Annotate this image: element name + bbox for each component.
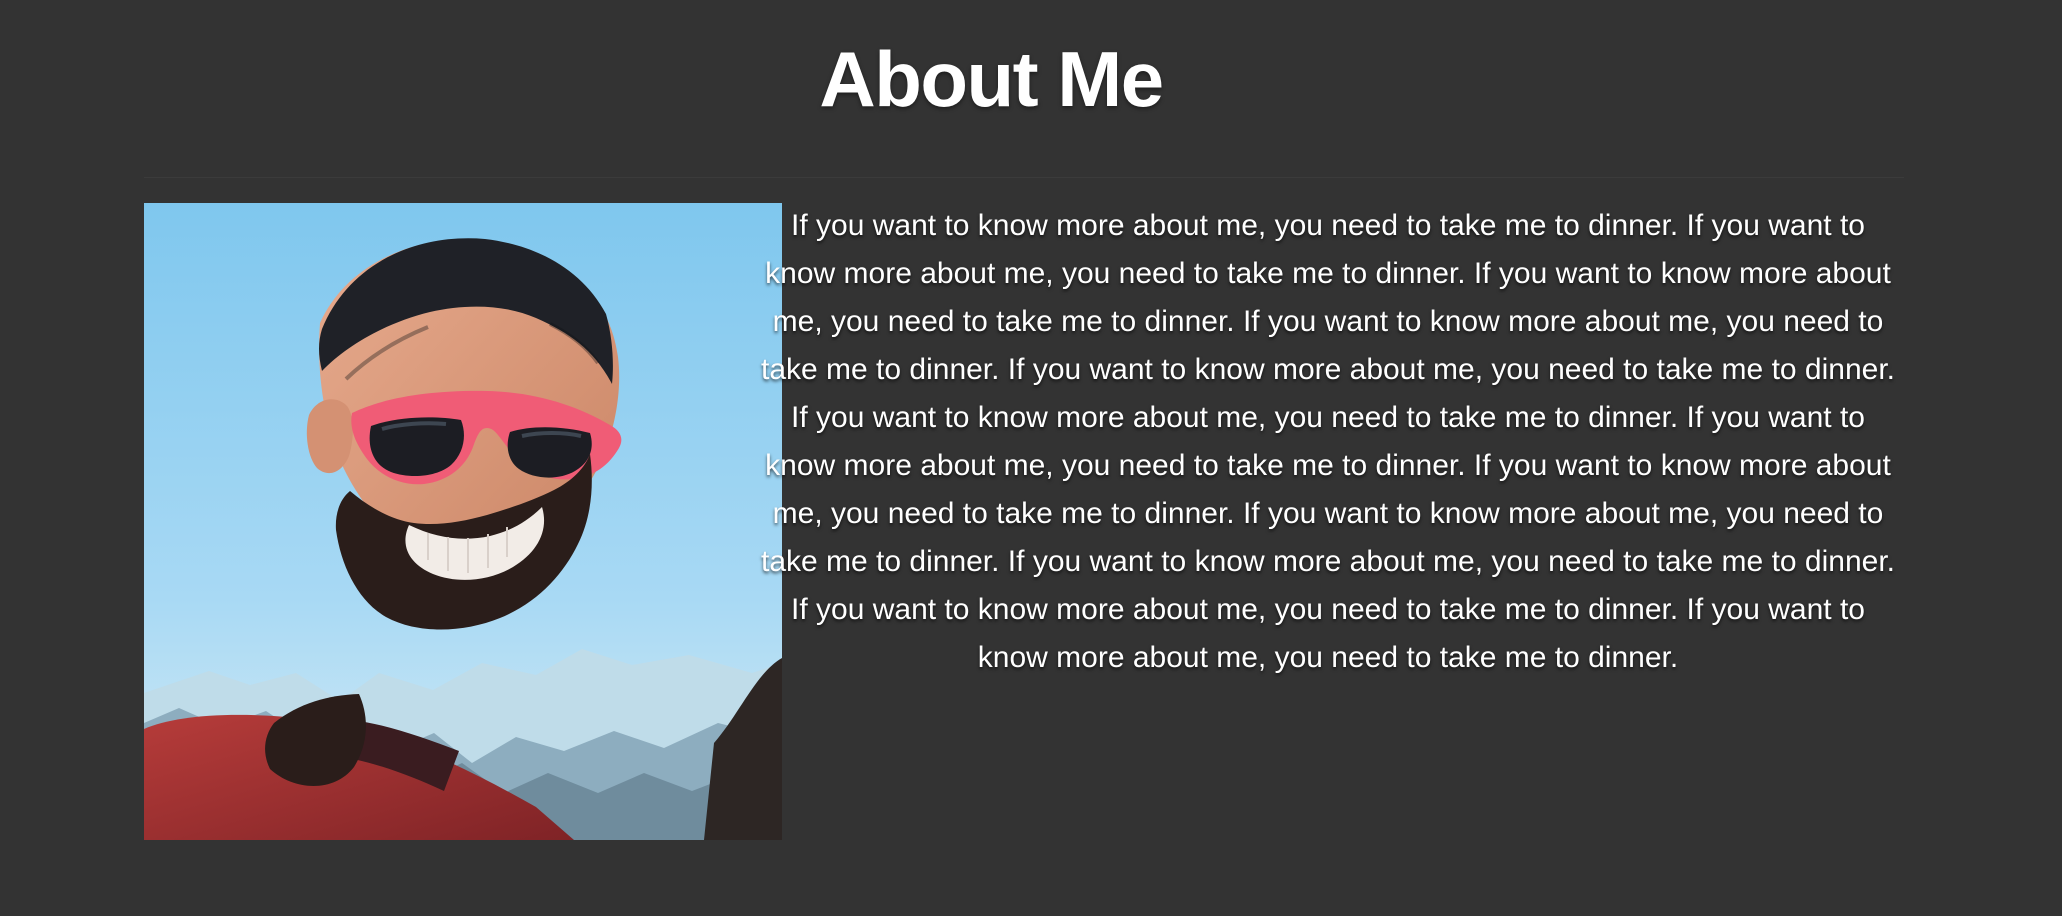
- page-title: About Me: [819, 35, 1164, 123]
- about-page: About Me If you want to know more about …: [0, 0, 2062, 916]
- title-divider: [144, 177, 1904, 178]
- profile-photo: [144, 203, 782, 840]
- about-text: If you want to know more about me, you n…: [761, 209, 1895, 674]
